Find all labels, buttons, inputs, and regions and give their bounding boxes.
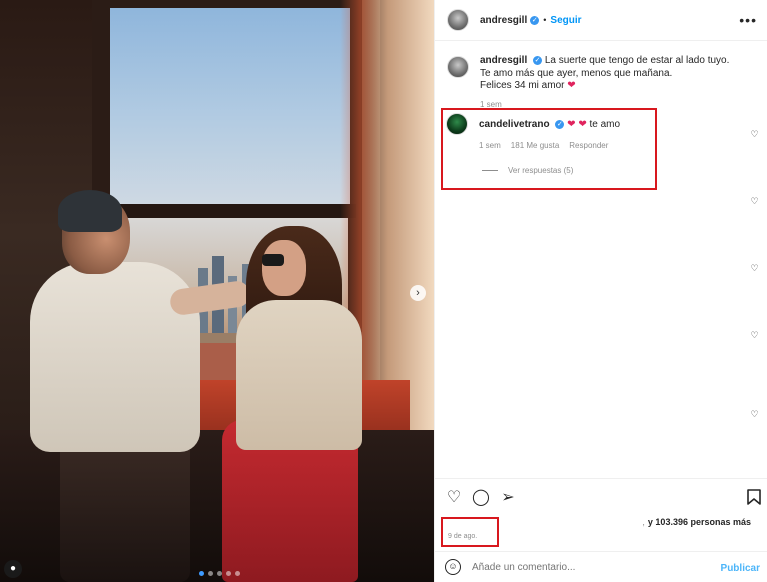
likes-comma: , xyxy=(642,517,645,527)
carousel-dot xyxy=(208,571,213,576)
caption-body: andresgill ✓ La suerte que tengo de esta… xyxy=(480,55,729,111)
post-caption: andresgill ✓ La suerte que tengo de esta… xyxy=(447,55,747,111)
caption-line-3: Felices 34 mi amor xyxy=(480,80,565,91)
photo-man-legs xyxy=(60,440,190,582)
photo-window-sash xyxy=(104,204,356,218)
comment-like-heart-icon[interactable]: ♡ xyxy=(750,410,759,419)
follow-button[interactable]: Seguir xyxy=(550,15,581,26)
comment-input[interactable] xyxy=(472,561,692,573)
likes-count[interactable]: ,y 103.396 personas más xyxy=(642,517,751,527)
heart-outline-icon[interactable]: ♡ xyxy=(445,489,463,507)
red-heart-icon: ❤ xyxy=(567,80,576,91)
photo-woman-body xyxy=(236,300,362,450)
post-action-bar: ♡ ◯ ➢ xyxy=(435,478,767,520)
add-comment-bar: ☺ Publicar xyxy=(435,551,767,582)
comment-like-heart-icon[interactable]: ♡ xyxy=(750,130,759,139)
photo-man-cap xyxy=(58,190,122,232)
caption-line-1: La suerte que tengo de estar al lado tuy… xyxy=(544,55,730,66)
likes-text: y 103.396 personas más xyxy=(647,517,751,527)
photo-woman-glasses xyxy=(262,254,284,266)
carousel-dot xyxy=(199,571,204,576)
author-username[interactable]: andresgill xyxy=(480,15,527,26)
carousel-dot xyxy=(217,571,222,576)
carousel-dots xyxy=(199,571,240,576)
post-side-panel: andresgill ✓ • Seguir ••• andresgill ✓ L… xyxy=(434,0,767,582)
user-tag-icon[interactable]: ● xyxy=(4,560,22,578)
verified-badge-icon: ✓ xyxy=(533,55,543,65)
photo-window-sky xyxy=(110,8,350,208)
smiley-icon[interactable]: ☺ xyxy=(445,559,461,575)
more-horizontal-icon[interactable]: ••• xyxy=(739,12,757,28)
comment-like-heart-icon[interactable]: ♡ xyxy=(750,197,759,206)
bookmark-icon[interactable] xyxy=(745,489,763,507)
caption-line-2: Te amo más que ayer, menos que mañana. xyxy=(480,67,673,79)
comment-bubble-icon[interactable]: ◯ xyxy=(472,489,490,507)
caption-author-username[interactable]: andresgill xyxy=(480,55,527,66)
comment-like-heart-icon[interactable]: ♡ xyxy=(750,264,759,273)
carousel-dot xyxy=(235,571,240,576)
highlight-box-date xyxy=(441,517,499,547)
verified-badge-icon: ✓ xyxy=(530,15,540,25)
post-photo[interactable]: › ● xyxy=(0,0,434,582)
paper-plane-icon[interactable]: ➢ xyxy=(499,489,517,507)
comment-like-heart-icon[interactable]: ♡ xyxy=(750,331,759,340)
highlight-box-comment xyxy=(441,108,657,190)
publish-button[interactable]: Publicar xyxy=(721,563,760,574)
photo-woman-face xyxy=(262,240,306,296)
caption-author-avatar[interactable] xyxy=(447,56,469,78)
author-avatar[interactable] xyxy=(447,9,469,31)
chevron-right-icon[interactable]: › xyxy=(410,285,426,301)
carousel-dot xyxy=(226,571,231,576)
header-dot-separator: • xyxy=(543,15,547,25)
post-header: andresgill ✓ • Seguir ••• xyxy=(435,0,767,41)
